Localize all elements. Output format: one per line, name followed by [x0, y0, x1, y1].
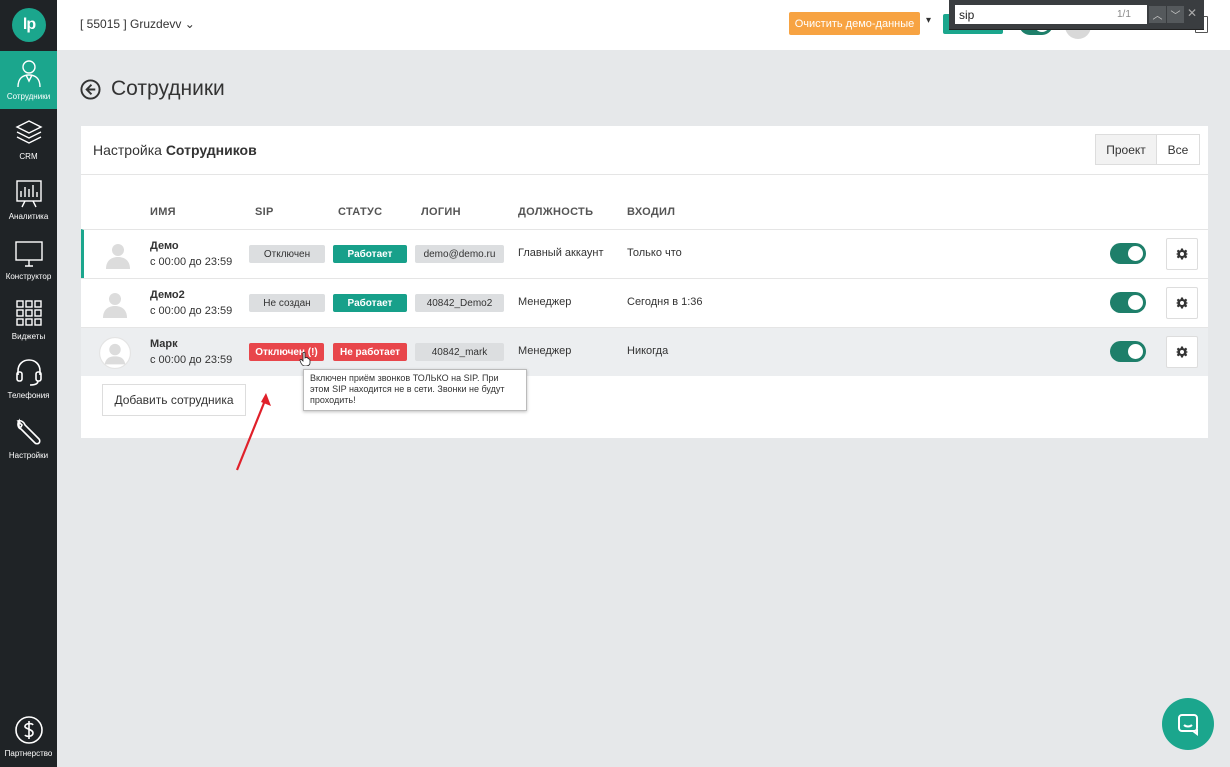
employee-position: Главный аккаунт [518, 247, 604, 259]
employee-name: Демо2 [150, 289, 185, 301]
column-header: СТАТУС [338, 206, 383, 218]
card-header: Настройка Сотрудников Проект Все [81, 126, 1208, 175]
close-icon[interactable]: ✕ [1187, 6, 1197, 20]
employee-toggle[interactable] [1110, 243, 1146, 264]
login-badge: 40842_Demo2 [415, 294, 504, 312]
page-title: Сотрудники [111, 77, 225, 100]
table-row[interactable]: Демо с 00:00 до 23:59 Отключен Работает … [81, 229, 1208, 278]
card-title-bold: Сотрудников [165, 142, 257, 158]
employee-icon [16, 60, 41, 88]
status-badge[interactable]: Работает [333, 245, 407, 263]
sidebar-item-widgets[interactable]: Виджеты [0, 291, 57, 349]
table-row[interactable]: Демо2 с 00:00 до 23:59 Не создан Работае… [81, 278, 1208, 327]
status-badge[interactable]: Не работает [333, 343, 407, 361]
find-prev-button[interactable]: ︿ [1149, 6, 1166, 23]
employee-last-login: Сегодня в 1:36 [627, 296, 703, 308]
settings-button[interactable] [1166, 238, 1198, 270]
chevron-down-icon[interactable]: ▾ [926, 15, 931, 26]
headset-icon [15, 359, 42, 386]
wrench-icon [16, 418, 41, 445]
logo[interactable]: lp [12, 8, 46, 42]
sidebar-item-label: Партнерство [4, 749, 53, 758]
column-header: ВХОДИЛ [627, 206, 676, 218]
clear-demo-button[interactable]: Очистить демо-данные [789, 12, 920, 35]
employee-hours: с 00:00 до 23:59 [150, 305, 233, 317]
sidebar-item-crm[interactable]: CRM [0, 111, 57, 169]
settings-button[interactable] [1166, 336, 1198, 368]
employee-hours: с 00:00 до 23:59 [150, 256, 233, 268]
add-employee-button[interactable]: Добавить сотрудника [102, 384, 246, 416]
dollar-icon [14, 716, 43, 744]
find-count: 1/1 [1117, 9, 1131, 20]
avatar [103, 293, 127, 318]
sidebar-item-label: Конструктор [5, 272, 52, 281]
sidebar-item-label: Сотрудники [6, 92, 51, 101]
grid-icon [15, 300, 42, 326]
employee-name: Демо [150, 240, 179, 252]
employee-toggle[interactable] [1110, 341, 1146, 362]
layers-icon [14, 120, 43, 144]
account-label: [ 55015 ] Gruzdevv [80, 17, 182, 31]
filter-project[interactable]: Проект [1095, 134, 1157, 165]
sidebar-item-label: Настройки [8, 451, 49, 460]
login-badge: 40842_mark [415, 343, 504, 361]
sidebar-item-label: CRM [19, 152, 38, 161]
find-bar: 1/1 ︿ ﹀ ✕ [949, 0, 1204, 30]
chat-button[interactable] [1162, 698, 1214, 750]
sidebar-item-analytics[interactable]: Аналитика [0, 171, 57, 229]
back-icon[interactable] [80, 79, 101, 100]
filter-all[interactable]: Все [1156, 134, 1200, 165]
find-next-button[interactable]: ﹀ [1167, 6, 1184, 23]
annotation-arrow [235, 393, 271, 471]
employee-last-login: Никогда [627, 345, 669, 357]
employee-toggle[interactable] [1110, 292, 1146, 313]
column-header: ЛОГИН [421, 206, 461, 218]
gear-icon [1176, 248, 1188, 260]
gear-icon [1176, 346, 1188, 358]
chevron-up-icon: ︿ [1152, 11, 1163, 22]
chat-icon [1178, 714, 1198, 736]
sip-badge[interactable]: Не создан [249, 294, 325, 312]
sidebar-item-settings[interactable]: Настройки [0, 410, 57, 468]
sidebar-item-label: Телефония [7, 391, 50, 400]
sidebar-item-label: Виджеты [11, 332, 46, 341]
monitor-icon [14, 241, 43, 267]
sidebar: lp Сотрудники CRM Аналитика Конструктор … [0, 0, 57, 767]
sidebar-item-partnership[interactable]: Партнерство [0, 708, 57, 766]
sip-tooltip: Включен приём звонков ТОЛЬКО на SIP. При… [303, 369, 527, 411]
employee-hours: с 00:00 до 23:59 [150, 354, 233, 366]
sidebar-item-constructor[interactable]: Конструктор [0, 231, 57, 289]
sip-badge[interactable]: Отключен (!) [249, 343, 324, 361]
login-badge: demo@demo.ru [415, 245, 504, 263]
employee-position: Менеджер [518, 296, 572, 308]
avatar [99, 337, 131, 369]
sidebar-item-telephony[interactable]: Телефония [0, 350, 57, 408]
sidebar-item-employees[interactable]: Сотрудники [0, 51, 57, 109]
column-header: SIP [255, 206, 274, 218]
table-row[interactable]: Марк с 00:00 до 23:59 Отключен (!) Не ра… [81, 327, 1208, 376]
sip-badge[interactable]: Отключен [249, 245, 325, 263]
employee-last-login: Только что [627, 247, 682, 259]
account-selector[interactable]: [ 55015 ] Gruzdevv ⌄ [80, 17, 195, 31]
hand-cursor-icon [299, 352, 311, 366]
column-header: ИМЯ [150, 206, 176, 218]
employee-name: Марк [150, 338, 178, 350]
status-badge[interactable]: Работает [333, 294, 407, 312]
gear-icon [1176, 297, 1188, 309]
settings-button[interactable] [1166, 287, 1198, 319]
card-title: Настройка Сотрудников [93, 142, 257, 158]
chevron-down-icon: ﹀ [1170, 11, 1181, 22]
column-header: ДОЛЖНОСТЬ [518, 206, 594, 218]
avatar [106, 244, 130, 269]
sidebar-item-label: Аналитика [8, 212, 49, 221]
chevron-down-icon: ⌄ [184, 17, 195, 31]
analytics-icon [15, 180, 42, 208]
card-title-prefix: Настройка [93, 142, 166, 158]
employee-position: Менеджер [518, 345, 572, 357]
